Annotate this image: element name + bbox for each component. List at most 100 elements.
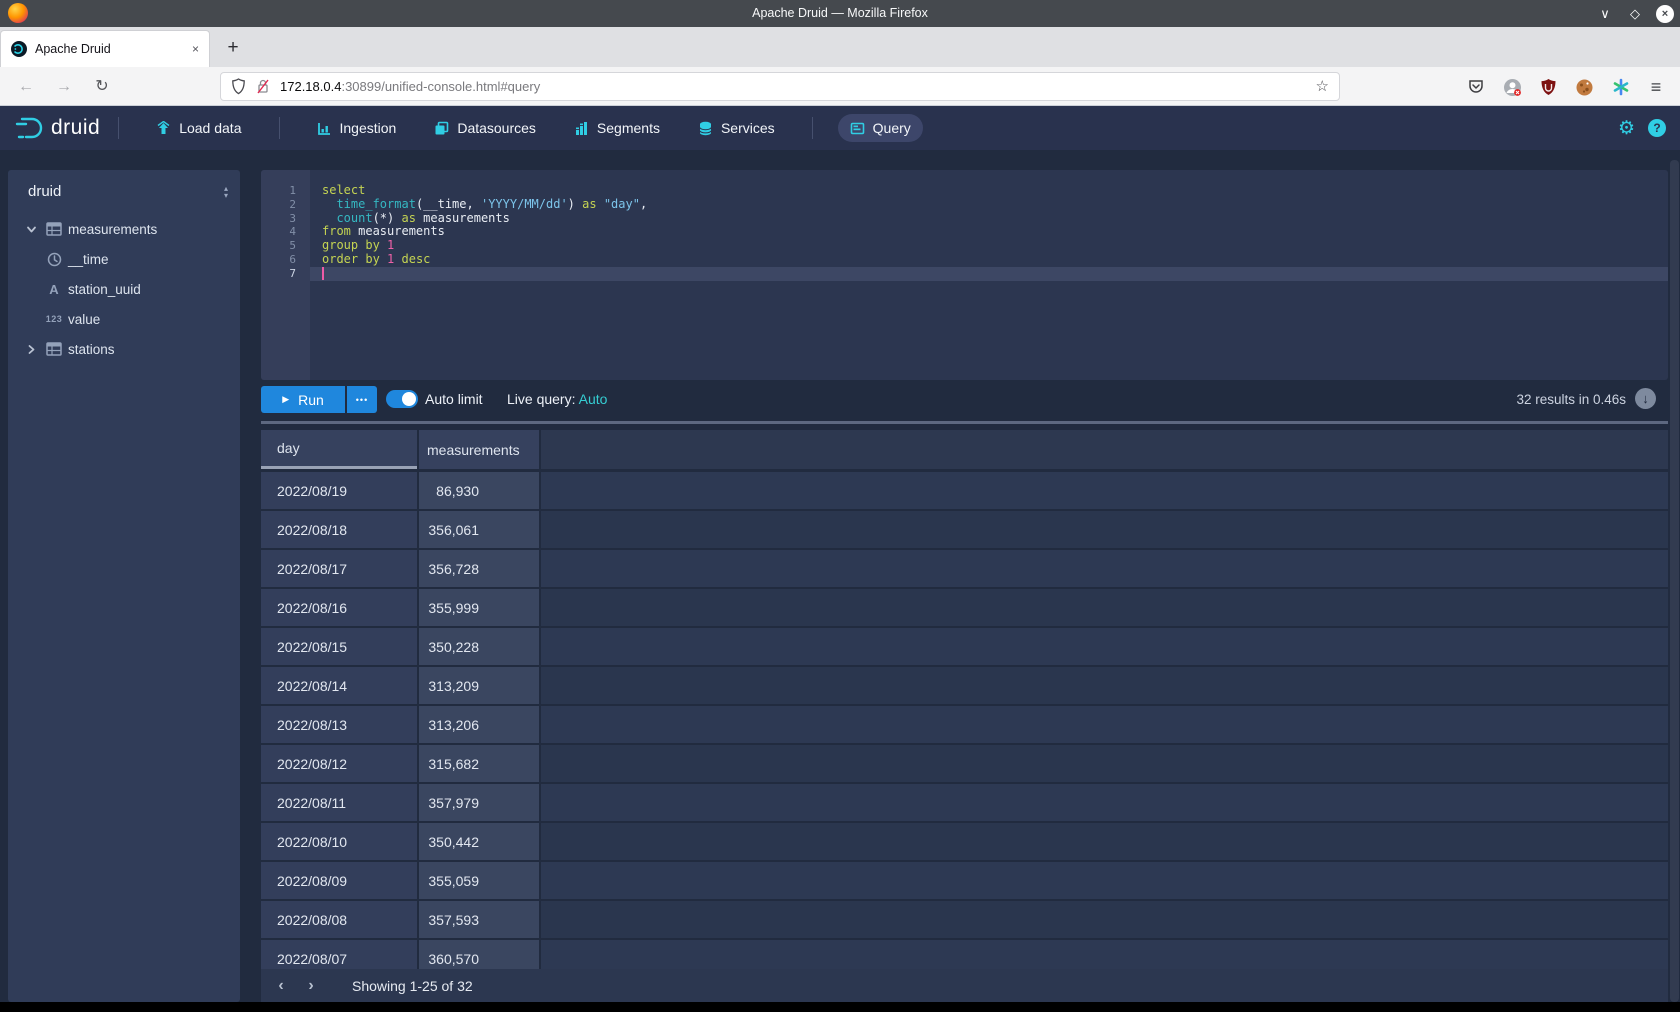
next-page-icon[interactable]: › — [296, 977, 326, 995]
cell-measurements[interactable]: 357,593 — [419, 901, 539, 938]
previous-page-icon[interactable]: ‹ — [266, 977, 296, 995]
cell-measurements[interactable]: 356,061 — [419, 511, 539, 548]
cell-day[interactable]: 2022/08/08 — [261, 901, 417, 938]
tree-item-measurements[interactable]: measurements — [8, 214, 240, 244]
cookie-extension-icon[interactable] — [1572, 75, 1596, 99]
run-more-button[interactable]: ••• — [347, 386, 377, 413]
cell-measurements[interactable]: 350,228 — [419, 628, 539, 665]
druid-logo[interactable]: druid — [14, 115, 100, 141]
cell-day[interactable]: 2022/08/18 — [261, 511, 417, 548]
auto-limit-toggle[interactable] — [386, 390, 418, 408]
cell-measurements[interactable]: 357,979 — [419, 784, 539, 821]
line-number: 2 — [261, 198, 310, 212]
editor-code[interactable]: select time_format(__time, 'YYYY/MM/dd')… — [310, 170, 1668, 380]
cell-day[interactable]: 2022/08/13 — [261, 706, 417, 743]
row-filler — [541, 901, 1668, 938]
cell-measurements[interactable]: 313,209 — [419, 667, 539, 704]
shield-icon[interactable] — [231, 78, 246, 95]
window-title: Apache Druid — Mozilla Firefox — [0, 0, 1680, 27]
app-menu-icon[interactable]: ≡ — [1644, 75, 1668, 99]
tab-close-icon[interactable]: × — [192, 42, 199, 56]
cell-measurements[interactable]: 350,442 — [419, 823, 539, 860]
code-line: order by 1 desc — [310, 253, 1668, 267]
reload-button[interactable]: ↻ — [90, 75, 114, 99]
new-tab-button[interactable]: + — [220, 35, 246, 61]
forward-button[interactable]: → — [52, 75, 76, 99]
results-table: day measurements 2022/08/1986,9302022/08… — [261, 430, 1668, 969]
tree-item-time[interactable]: __time — [8, 244, 240, 274]
pagination-text: Showing 1-25 of 32 — [352, 978, 473, 994]
schema-name[interactable]: druid — [28, 183, 61, 200]
row-filler — [541, 667, 1668, 704]
run-button[interactable]: ▶ Run — [261, 386, 345, 413]
load-data-icon — [156, 121, 171, 136]
cell-day[interactable]: 2022/08/14 — [261, 667, 417, 704]
tab-apache-druid[interactable]: Apache Druid × — [0, 30, 210, 67]
url-bar[interactable]: 172.18.0.4:30899/unified-console.html#qu… — [220, 72, 1340, 101]
row-filler — [541, 940, 1668, 969]
window-close-icon[interactable]: × — [1656, 5, 1674, 23]
nav-item-label: Segments — [597, 120, 660, 136]
schema-sidebar: druid ▴▾ measurements__timeAstation_uuid… — [8, 170, 240, 1002]
cell-day[interactable]: 2022/08/15 — [261, 628, 417, 665]
nav-item-services[interactable]: Services — [686, 114, 787, 142]
line-number: 4 — [261, 225, 310, 239]
multiaccount-containers-icon[interactable] — [1609, 75, 1633, 99]
code-line: from measurements — [310, 225, 1668, 239]
cell-measurements[interactable]: 360,570 — [419, 940, 539, 969]
back-button[interactable]: ← — [14, 75, 38, 99]
tab-title: Apache Druid — [35, 42, 192, 56]
column-header-day[interactable]: day — [261, 430, 417, 469]
nav-item-label: Load data — [179, 120, 241, 136]
auto-limit-label: Auto limit — [425, 391, 483, 407]
cell-measurements[interactable]: 356,728 — [419, 550, 539, 587]
cell-day[interactable]: 2022/08/12 — [261, 745, 417, 782]
cell-day[interactable]: 2022/08/07 — [261, 940, 417, 969]
pocket-icon[interactable] — [1464, 75, 1488, 99]
nav-item-datasources[interactable]: Datasources — [422, 114, 548, 142]
cell-day[interactable]: 2022/08/10 — [261, 823, 417, 860]
sql-editor[interactable]: 1234567 select time_format(__time, 'YYYY… — [261, 170, 1668, 380]
cell-day[interactable]: 2022/08/19 — [261, 472, 417, 509]
insecure-lock-icon[interactable] — [256, 78, 270, 95]
nav-item-ingestion[interactable]: Ingestion — [305, 114, 409, 142]
cell-day[interactable]: 2022/08/17 — [261, 550, 417, 587]
ublock-origin-icon[interactable] — [1536, 75, 1560, 99]
window-maximize-icon[interactable]: ◇ — [1626, 6, 1644, 22]
nav-item-query[interactable]: Query — [838, 114, 923, 142]
cell-day[interactable]: 2022/08/16 — [261, 589, 417, 626]
cell-measurements[interactable]: 355,999 — [419, 589, 539, 626]
chevron-down-icon[interactable] — [26, 224, 40, 235]
cell-measurements[interactable]: 313,206 — [419, 706, 539, 743]
nav-item-segments[interactable]: Segments — [562, 114, 672, 142]
page-scrollbar[interactable] — [1670, 160, 1679, 1002]
resize-handle[interactable] — [261, 421, 1668, 424]
tree-item-stations[interactable]: stations — [8, 334, 240, 364]
tree-item-station-uuid[interactable]: Astation_uuid — [8, 274, 240, 304]
datasources-icon — [434, 121, 449, 136]
cell-day[interactable]: 2022/08/09 — [261, 862, 417, 899]
account-extension-icon[interactable] — [1500, 75, 1524, 99]
druid-console: druid Load data Ingestion Datasources Segme… — [0, 106, 1680, 1002]
download-icon[interactable]: ↓ — [1635, 388, 1656, 409]
bookmark-star-icon[interactable]: ☆ — [1316, 77, 1329, 95]
cell-measurements[interactable]: 315,682 — [419, 745, 539, 782]
window-minimize-icon[interactable]: ∨ — [1596, 6, 1614, 22]
run-bar: ▶ Run ••• Auto limit Live query: Auto 32… — [261, 380, 1668, 421]
cell-measurements[interactable]: 355,059 — [419, 862, 539, 899]
url-text[interactable]: 172.18.0.4:30899/unified-console.html#qu… — [280, 79, 540, 94]
nav-item-load-data[interactable]: Load data — [144, 114, 253, 142]
query-icon — [850, 121, 865, 136]
cell-measurements[interactable]: 86,930 — [419, 472, 539, 509]
sort-caret-icon[interactable]: ▴▾ — [224, 180, 228, 199]
live-query-label[interactable]: Live query: Auto — [507, 391, 607, 407]
chevron-right-icon[interactable] — [26, 344, 40, 355]
cell-day[interactable]: 2022/08/11 — [261, 784, 417, 821]
help-icon[interactable]: ? — [1648, 119, 1666, 137]
settings-gear-icon[interactable]: ⚙ — [1618, 117, 1635, 140]
row-filler — [541, 550, 1668, 587]
column-header-measurements[interactable]: measurements — [419, 430, 539, 469]
tree-item-value[interactable]: 123value — [8, 304, 240, 334]
row-filler — [541, 862, 1668, 899]
navbar-separator — [279, 117, 280, 139]
